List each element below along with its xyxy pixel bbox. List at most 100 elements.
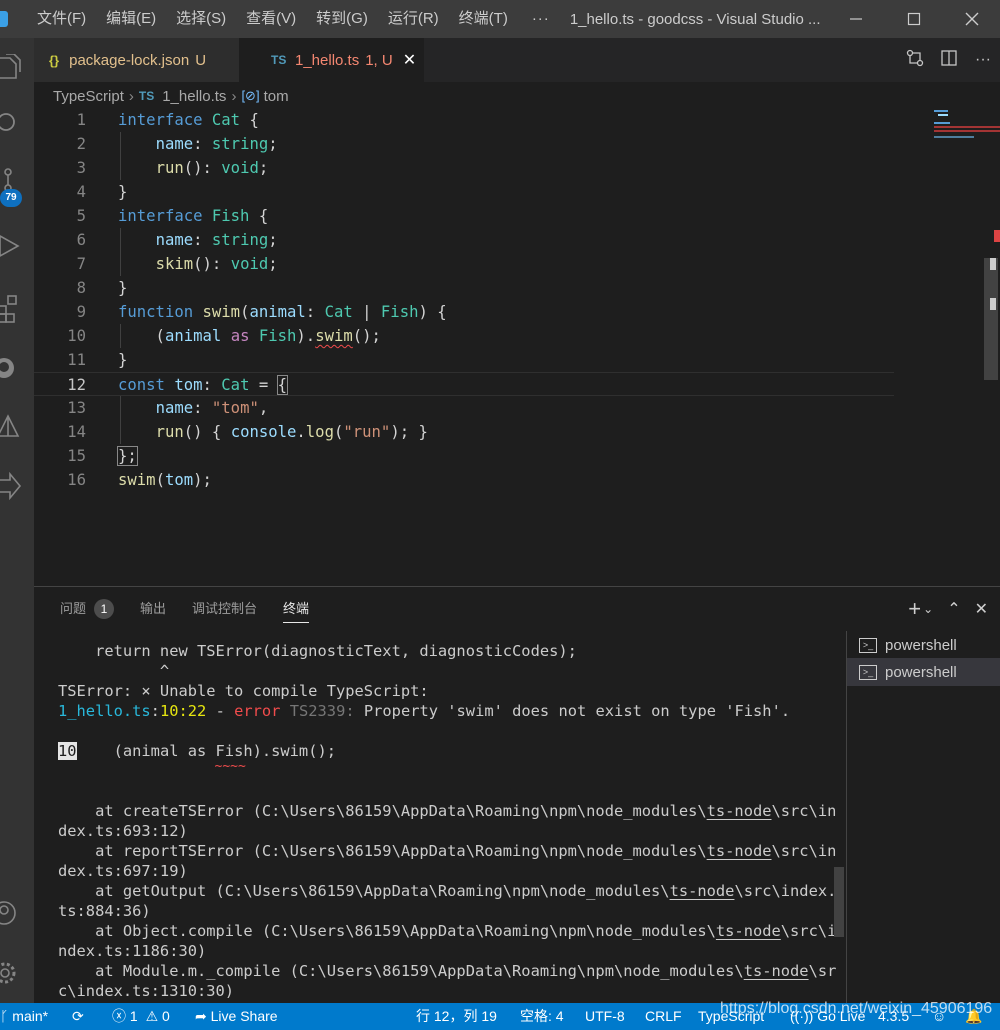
extensions-icon[interactable] bbox=[0, 288, 34, 328]
menu-selection[interactable]: 选择(S) bbox=[166, 0, 236, 38]
terminal-item-powershell-active[interactable]: >_ powershell bbox=[847, 658, 1000, 686]
close-window-button[interactable] bbox=[943, 0, 1000, 38]
warning-icon: ⚠ bbox=[145, 1008, 159, 1024]
menu-run[interactable]: 运行(R) bbox=[378, 0, 449, 38]
live-share-icon: ➦ bbox=[195, 1008, 207, 1024]
minimap[interactable] bbox=[934, 108, 1000, 168]
code-line: 11} bbox=[34, 348, 894, 372]
maximize-panel-icon[interactable]: ⌃ bbox=[947, 599, 960, 619]
line-number: 11 bbox=[67, 351, 86, 369]
problems-indicator[interactable]: ⓧ 1 ⚠ 0 bbox=[112, 1003, 170, 1030]
code-line: 2 name: string; bbox=[34, 132, 894, 156]
terminal-icon: >_ bbox=[859, 637, 877, 653]
code-editor[interactable]: 1 interface Cat { 2 name: string; 3 run()… bbox=[34, 108, 1000, 585]
terminal-scrollbar[interactable] bbox=[834, 867, 844, 937]
line-number: 4 bbox=[76, 183, 86, 201]
maximize-button[interactable] bbox=[885, 0, 943, 38]
more-actions-icon[interactable]: ··· bbox=[966, 51, 1000, 69]
close-panel-icon[interactable]: ✕ bbox=[975, 599, 988, 619]
new-terminal-icon[interactable]: + bbox=[908, 596, 921, 622]
code-line: 13 name: "tom", bbox=[34, 396, 894, 420]
menu-file[interactable]: 文件(F) bbox=[27, 0, 96, 38]
close-icon bbox=[965, 12, 979, 26]
line-number: 7 bbox=[76, 255, 86, 273]
tab-label: package-lock.json bbox=[69, 51, 190, 69]
close-tab-icon[interactable]: ✕ bbox=[403, 50, 416, 70]
gitlens-icon[interactable] bbox=[0, 406, 34, 446]
settings-gear-icon[interactable] bbox=[0, 953, 34, 993]
explorer-icon[interactable] bbox=[0, 48, 34, 88]
menu-terminal[interactable]: 终端(T) bbox=[449, 0, 518, 38]
github-icon[interactable] bbox=[0, 348, 34, 388]
split-editor-icon[interactable] bbox=[932, 49, 966, 72]
indentation[interactable]: 空格: 4 bbox=[520, 1003, 564, 1030]
breadcrumb-symbol[interactable]: tom bbox=[264, 88, 289, 105]
sync-icon[interactable]: ⟳ bbox=[72, 1003, 84, 1030]
terminal-output[interactable]: return new TSError(diagnosticText, diagn… bbox=[58, 635, 848, 1003]
terminal-list: >_ powershell >_ powershell bbox=[846, 631, 1000, 1004]
menu-edit[interactable]: 编辑(E) bbox=[96, 0, 166, 38]
line-number: 13 bbox=[67, 399, 86, 417]
menu-more-button[interactable]: ··· bbox=[518, 0, 564, 38]
line-number: 2 bbox=[76, 135, 86, 153]
line-number: 1 bbox=[76, 111, 86, 129]
tab-git-status: U bbox=[195, 51, 207, 69]
line-number: 15 bbox=[67, 447, 86, 465]
breadcrumb-file[interactable]: 1_hello.ts bbox=[162, 88, 226, 105]
terminal-item-powershell[interactable]: >_ powershell bbox=[847, 631, 1000, 659]
git-branch-icon: ᚴ bbox=[0, 1008, 9, 1024]
typescript-file-icon: TS bbox=[271, 53, 287, 67]
cursor-marker bbox=[990, 258, 996, 270]
minimize-icon bbox=[850, 18, 862, 20]
code-line: 5 interface Fish { bbox=[34, 204, 894, 228]
chevron-right-icon: › bbox=[128, 87, 134, 105]
editor-scrollbar[interactable] bbox=[984, 258, 998, 380]
remote-explorer-icon[interactable] bbox=[0, 466, 34, 506]
json-file-icon: {} bbox=[49, 52, 60, 68]
live-share-button[interactable]: ➦ Live Share bbox=[195, 1003, 278, 1030]
line-number: 14 bbox=[67, 423, 86, 441]
encoding[interactable]: UTF-8 bbox=[585, 1003, 625, 1030]
menu-go[interactable]: 转到(G) bbox=[306, 0, 378, 38]
tab-output[interactable]: 输出 bbox=[140, 587, 166, 631]
variable-symbol-icon: [⊘] bbox=[241, 88, 260, 103]
tab-1-hello-ts[interactable]: TS 1_hello.ts 1, U ✕ bbox=[239, 38, 424, 82]
breadcrumb-language[interactable]: TypeScript bbox=[53, 88, 124, 105]
code-line: 14 run() { console.log("run"); } bbox=[34, 420, 894, 444]
code-line: 6 name: string; bbox=[34, 228, 894, 252]
error-marker bbox=[994, 230, 1000, 242]
chevron-right-icon: › bbox=[231, 87, 237, 105]
terminal-dropdown-icon[interactable]: ⌄ bbox=[923, 602, 933, 616]
tab-problems[interactable]: 问题 1 bbox=[60, 587, 115, 631]
line-number: 5 bbox=[76, 207, 86, 225]
end-of-line[interactable]: CRLF bbox=[645, 1003, 682, 1030]
error-squiggle[interactable]: swim bbox=[315, 327, 353, 345]
window-title: 1_hello.ts - goodcss - Visual Studio ... bbox=[569, 10, 821, 28]
breadcrumb: TypeScript › TS 1_hello.ts › [⊘] tom bbox=[53, 85, 289, 107]
cursor-marker bbox=[990, 298, 996, 310]
panel-tabs: 问题 1 输出 调试控制台 终端 bbox=[34, 587, 1000, 631]
line-number: 9 bbox=[76, 303, 86, 321]
tab-terminal[interactable]: 终端 bbox=[283, 587, 310, 631]
accounts-icon[interactable] bbox=[0, 893, 34, 933]
line-number: 8 bbox=[76, 279, 86, 297]
menu-view[interactable]: 查看(V) bbox=[236, 0, 306, 38]
minimize-button[interactable] bbox=[827, 0, 885, 38]
search-icon[interactable] bbox=[0, 104, 34, 144]
tab-problem-status: 1, U bbox=[365, 51, 393, 69]
cursor-position[interactable]: 行 12，列 19 bbox=[416, 1003, 497, 1030]
code-line: 16 swim(tom); bbox=[34, 468, 894, 492]
tab-package-lock-json[interactable]: {} package-lock.json U bbox=[34, 38, 239, 82]
tab-debug-console[interactable]: 调试控制台 bbox=[192, 587, 257, 631]
error-icon: ⓧ bbox=[112, 1008, 126, 1024]
line-number: 16 bbox=[67, 471, 86, 489]
code-line: 10 (animal as Fish).swim(); bbox=[34, 324, 894, 348]
editor-actions: ··· bbox=[898, 38, 1000, 82]
line-number: 12 bbox=[67, 376, 86, 394]
code-line: 3 run(): void; bbox=[34, 156, 894, 180]
branch-indicator[interactable]: ᚴ main* bbox=[0, 1003, 48, 1030]
compare-changes-icon[interactable] bbox=[898, 49, 932, 72]
vscode-logo-icon bbox=[0, 0, 22, 38]
run-debug-icon[interactable] bbox=[0, 226, 34, 266]
title-bar: 文件(F) 编辑(E) 选择(S) 查看(V) 转到(G) 运行(R) 终端(T… bbox=[0, 0, 1000, 38]
